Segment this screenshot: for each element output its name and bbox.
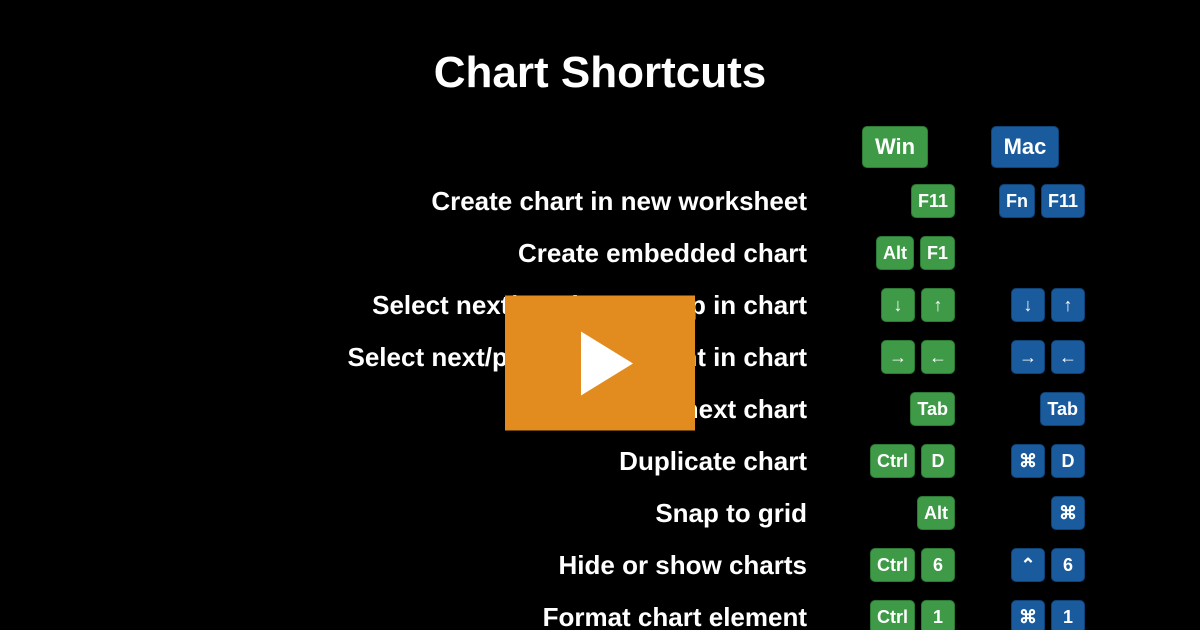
shortcut-desc: Format chart element bbox=[125, 602, 825, 630]
mac-keys: →← bbox=[965, 338, 1085, 376]
win-keys: Ctrl6 bbox=[835, 546, 955, 584]
win-keys: ↓↑ bbox=[835, 286, 955, 324]
key-cap: Ctrl bbox=[870, 548, 915, 582]
mac-keys: ⌃6 bbox=[965, 546, 1085, 584]
shortcut-desc: Duplicate chart bbox=[125, 446, 825, 477]
key-cap: 1 bbox=[921, 600, 955, 630]
mac-keys: ⌘D bbox=[965, 442, 1085, 480]
key-cap: 1 bbox=[1051, 600, 1085, 630]
shortcut-desc: Create chart in new worksheet bbox=[125, 186, 825, 217]
play-icon bbox=[581, 331, 633, 395]
mac-keys: FnF11 bbox=[965, 182, 1085, 220]
mac-keys: ⌘ bbox=[965, 494, 1085, 532]
key-cap: ← bbox=[921, 340, 955, 374]
key-cap: Alt bbox=[917, 496, 955, 530]
win-keys: Tab bbox=[835, 390, 955, 428]
key-cap: F11 bbox=[1041, 184, 1085, 218]
key-cap: F1 bbox=[920, 236, 955, 270]
key-cap: Ctrl bbox=[870, 600, 915, 630]
key-cap: ⌘ bbox=[1051, 496, 1085, 530]
key-cap: Ctrl bbox=[870, 444, 915, 478]
win-keys: Alt bbox=[835, 494, 955, 532]
key-cap: Alt bbox=[876, 236, 914, 270]
key-cap: D bbox=[921, 444, 955, 478]
mac-keys: Tab bbox=[965, 390, 1085, 428]
page-title: Chart Shortcuts bbox=[0, 48, 1200, 98]
shortcut-desc: Hide or show charts bbox=[125, 550, 825, 581]
platform-header-win: Win bbox=[862, 126, 928, 168]
win-keys: Ctrl1 bbox=[835, 598, 955, 630]
key-cap: ⌘ bbox=[1011, 600, 1045, 630]
mac-keys: ⌘1 bbox=[965, 598, 1085, 630]
key-cap: 6 bbox=[1051, 548, 1085, 582]
key-cap: ↓ bbox=[881, 288, 915, 322]
key-cap: ⌘ bbox=[1011, 444, 1045, 478]
mac-keys bbox=[965, 234, 1085, 272]
shortcut-desc: Select next/previous group in chart bbox=[125, 290, 825, 321]
play-button[interactable] bbox=[505, 296, 695, 431]
key-cap: Tab bbox=[1040, 392, 1085, 426]
shortcut-desc: Snap to grid bbox=[125, 498, 825, 529]
key-cap: ↑ bbox=[1051, 288, 1085, 322]
key-cap: → bbox=[881, 340, 915, 374]
key-cap: F11 bbox=[911, 184, 955, 218]
key-cap: ↑ bbox=[921, 288, 955, 322]
key-cap: ⌃ bbox=[1011, 548, 1045, 582]
win-keys: CtrlD bbox=[835, 442, 955, 480]
shortcut-desc: Select next/previous element in chart bbox=[125, 342, 825, 373]
key-cap: 6 bbox=[921, 548, 955, 582]
mac-keys: ↓↑ bbox=[965, 286, 1085, 324]
shortcut-desc: Create embedded chart bbox=[125, 238, 825, 269]
key-cap: ↓ bbox=[1011, 288, 1045, 322]
key-cap: D bbox=[1051, 444, 1085, 478]
win-keys: AltF1 bbox=[835, 234, 955, 272]
key-cap: Tab bbox=[910, 392, 955, 426]
platform-header-mac: Mac bbox=[991, 126, 1060, 168]
key-cap: → bbox=[1011, 340, 1045, 374]
win-keys: →← bbox=[835, 338, 955, 376]
win-keys: F11 bbox=[835, 182, 955, 220]
key-cap: ← bbox=[1051, 340, 1085, 374]
key-cap: Fn bbox=[999, 184, 1035, 218]
shortcut-desc: Select next chart bbox=[125, 394, 825, 425]
